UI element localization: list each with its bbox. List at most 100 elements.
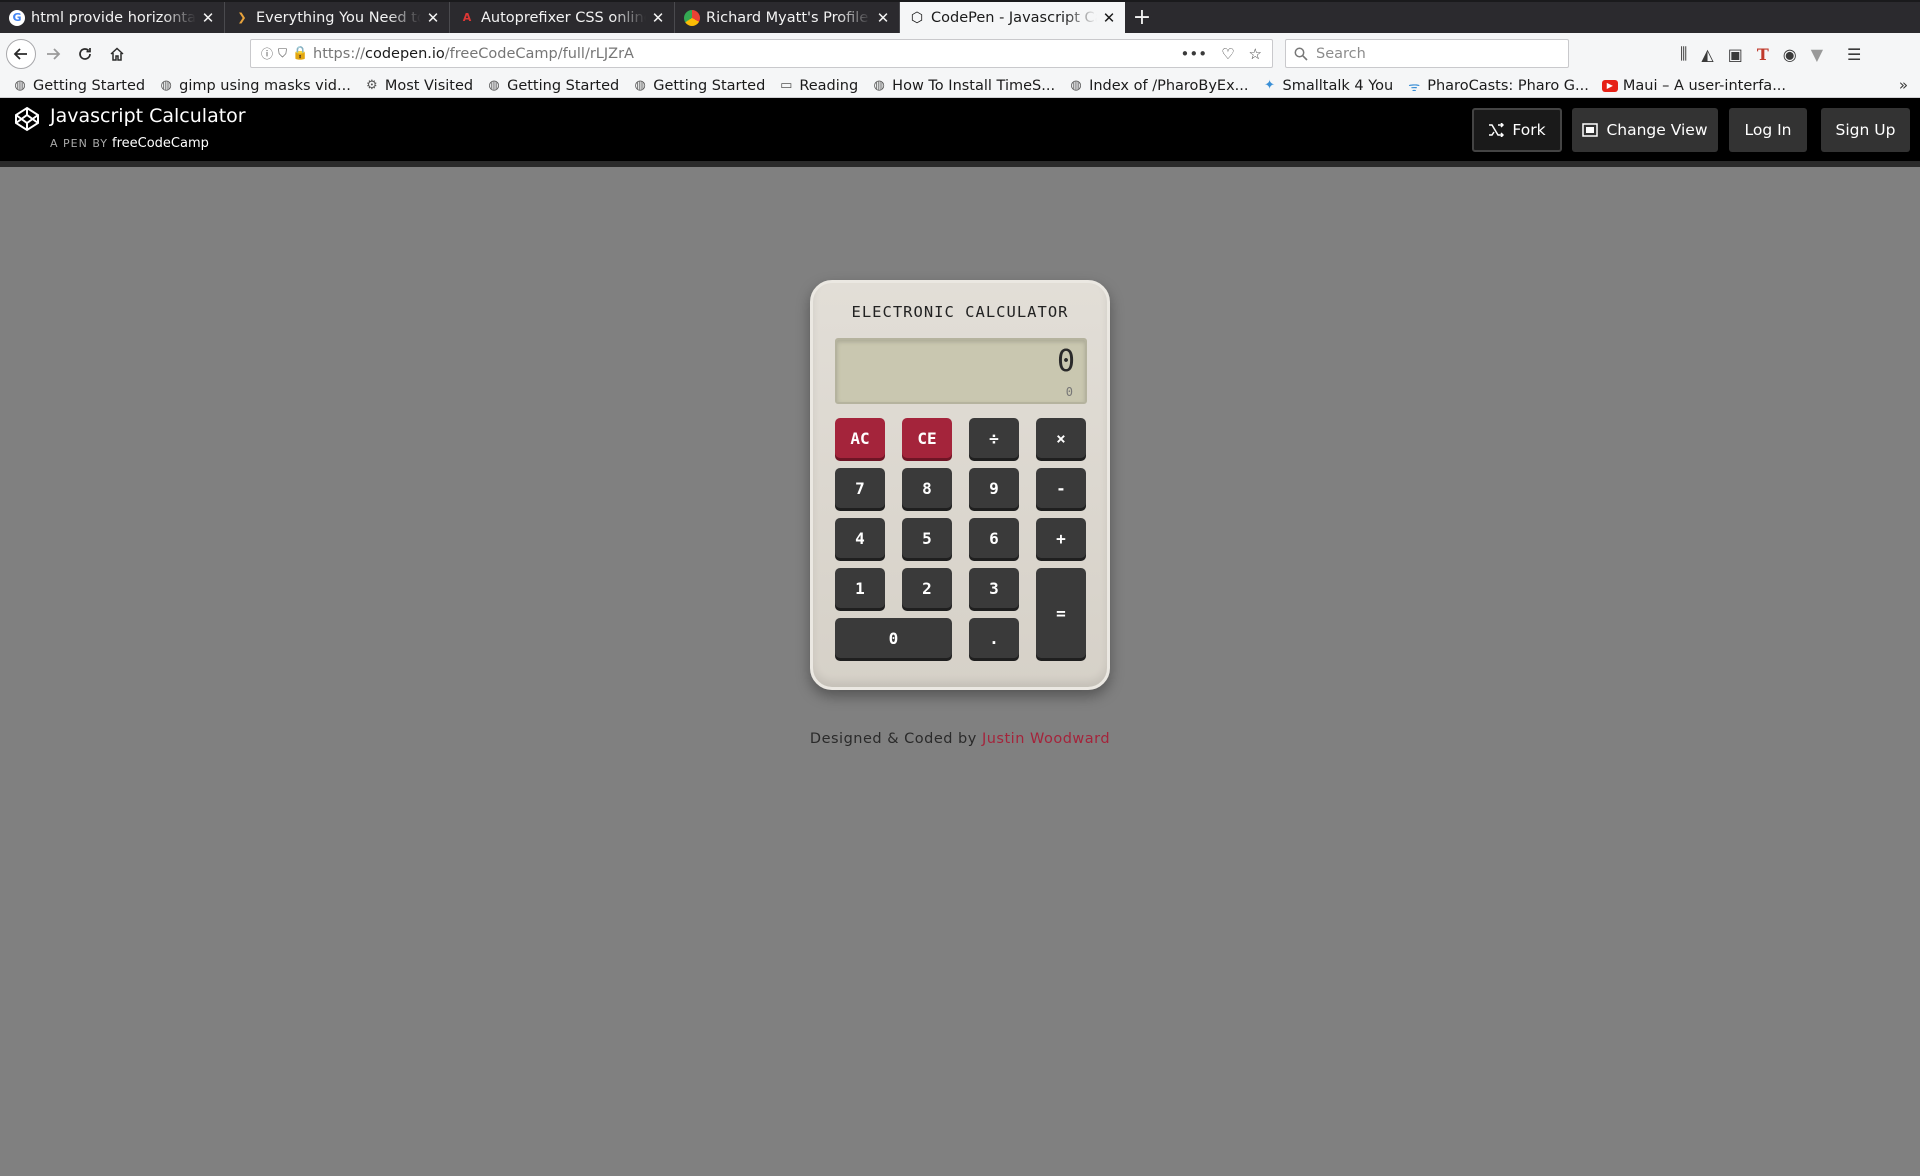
tab-autoprefixer[interactable]: A Autoprefixer CSS online ✕ xyxy=(450,2,675,33)
bookmarks-toolbar: ◍ Getting Started ◍ gimp using masks vid..… xyxy=(0,74,1920,98)
bookmark-item[interactable]: ◍ gimp using masks vid... xyxy=(158,77,351,94)
codepen-header: Javascript Calculator A PEN BY freeCodeCa… xyxy=(0,98,1920,167)
globe-icon: ◍ xyxy=(14,78,26,93)
change-view-icon xyxy=(1582,123,1599,137)
google-icon: G xyxy=(9,9,25,26)
close-tab-icon[interactable]: ✕ xyxy=(650,9,666,27)
close-tab-icon[interactable]: ✕ xyxy=(200,9,216,27)
tab-richard-myatt[interactable]: Richard Myatt's Profile ✕ xyxy=(675,2,900,33)
vue-devtools-icon[interactable]: ▼ xyxy=(1811,45,1823,64)
minus-button[interactable]: - xyxy=(1036,468,1086,508)
globe-icon: ◍ xyxy=(1070,78,1082,93)
back-button[interactable] xyxy=(6,39,36,69)
tab-title: Richard Myatt's Profile xyxy=(706,9,869,26)
bookmark-item[interactable]: ◍ Getting Started xyxy=(486,78,619,94)
ac-button[interactable]: AC xyxy=(835,418,885,458)
bookmark-star-icon[interactable]: ☆ xyxy=(1249,45,1262,63)
one-button[interactable]: 1 xyxy=(835,568,885,608)
log-in-button[interactable]: Log In xyxy=(1729,108,1807,152)
two-button[interactable]: 2 xyxy=(902,568,952,608)
folder-icon: ▭ xyxy=(780,78,793,93)
bookmark-item[interactable]: ◍ Index of /PharoByEx... xyxy=(1068,78,1248,94)
credit-author-link[interactable]: Justin Woodward xyxy=(982,731,1110,747)
tab-codepen[interactable]: ⬡ CodePen - Javascript Ca ✕ xyxy=(900,2,1125,33)
smalltalk-icon: ✦ xyxy=(1264,78,1275,93)
bookmark-item[interactable]: ▭ Reading xyxy=(778,78,858,94)
divide-button[interactable]: ÷ xyxy=(969,418,1019,458)
new-tab-button[interactable]: + xyxy=(1125,2,1159,33)
lock-icon: 🔒 xyxy=(292,46,309,61)
menu-icon[interactable]: ☰ xyxy=(1847,45,1861,64)
reload-button[interactable] xyxy=(70,39,100,69)
close-tab-icon[interactable]: ✕ xyxy=(1101,9,1117,27)
forward-arrow-icon xyxy=(47,48,61,60)
bookmark-item[interactable]: ⚙ Most Visited xyxy=(364,78,473,94)
fork-button[interactable]: Fork xyxy=(1472,108,1562,152)
bookmark-item[interactable]: ◍ Getting Started xyxy=(632,78,766,94)
tab-everything-you-need[interactable]: ❯ Everything You Need to ✕ xyxy=(225,2,450,33)
search-input[interactable]: Search xyxy=(1285,39,1569,68)
bookmark-label: Maui – A user-interfa... xyxy=(1622,77,1787,94)
multiply-button[interactable]: × xyxy=(1036,418,1086,458)
bookmark-item[interactable]: ᯤ PharoCasts: Pharo G... xyxy=(1406,78,1589,95)
forward-button[interactable] xyxy=(38,39,68,69)
pen-title: Javascript Calculator xyxy=(50,105,246,127)
six-button[interactable]: 6 xyxy=(969,518,1019,558)
bookmark-item[interactable]: ▶ Maui – A user-interfa... xyxy=(1601,77,1787,94)
decimal-button[interactable]: . xyxy=(969,618,1019,658)
bookmark-item[interactable]: ✦ Smalltalk 4 You xyxy=(1262,77,1394,94)
bookmark-label: Index of /PharoByEx... xyxy=(1089,77,1249,94)
eight-button[interactable]: 8 xyxy=(902,468,952,508)
zero-button[interactable]: 0 xyxy=(835,618,952,658)
tab-title: Autoprefixer CSS online xyxy=(481,9,646,26)
globe-icon: ◍ xyxy=(634,78,646,93)
bookmark-label: gimp using masks vid... xyxy=(179,77,351,94)
page-actions-icon[interactable]: ••• xyxy=(1181,45,1208,63)
search-icon xyxy=(1294,47,1308,61)
extension-icon[interactable]: ◭ xyxy=(1701,45,1713,64)
plus-button[interactable]: + xyxy=(1036,518,1086,558)
home-icon xyxy=(110,47,124,61)
bookmark-item[interactable]: ◍ How To Install TimeS... xyxy=(871,77,1056,94)
home-button[interactable] xyxy=(102,39,132,69)
nine-button[interactable]: 9 xyxy=(969,468,1019,508)
bookmark-item[interactable]: ◍ Getting Started xyxy=(12,78,145,94)
change-view-label: Change View xyxy=(1606,121,1708,139)
seven-button[interactable]: 7 xyxy=(835,468,885,508)
change-view-button[interactable]: Change View xyxy=(1572,108,1718,152)
pen-author-link[interactable]: freeCodeCamp xyxy=(112,136,209,151)
url-bar[interactable]: ⓘ ⛉ 🔒 https://codepen.io/freeCodeCamp/fu… xyxy=(250,39,1273,68)
bookmark-label: Most Visited xyxy=(384,77,474,94)
tracking-shield-icon: ⛉ xyxy=(278,46,288,60)
autoprefixer-icon: A xyxy=(462,11,472,24)
close-tab-icon[interactable]: ✕ xyxy=(425,9,441,27)
bookmark-label: Smalltalk 4 You xyxy=(1282,77,1394,94)
sign-up-button[interactable]: Sign Up xyxy=(1821,108,1910,152)
bookmark-label: How To Install TimeS... xyxy=(892,77,1056,94)
podcast-icon: ᯤ xyxy=(1408,79,1421,95)
display-history: 0 xyxy=(1065,385,1073,399)
pen-byline: A PEN BY freeCodeCamp xyxy=(50,136,209,151)
four-button[interactable]: 4 xyxy=(835,518,885,558)
fork-icon xyxy=(1489,123,1505,137)
site-identity[interactable]: ⓘ ⛉ 🔒 xyxy=(251,45,313,62)
credit-line: Designed & Coded by Justin Woodward xyxy=(0,731,1920,747)
url-text[interactable]: https://codepen.io/freeCodeCamp/full/rLJ… xyxy=(313,46,1181,62)
library-icon[interactable]: ⫼ xyxy=(1680,44,1687,64)
five-button[interactable]: 5 xyxy=(902,518,952,558)
url-path: /freeCodeCamp/full/rLJZrA xyxy=(444,45,634,62)
navigation-toolbar: ⓘ ⛉ 🔒 https://codepen.io/freeCodeCamp/fu… xyxy=(0,33,1920,74)
three-button[interactable]: 3 xyxy=(969,568,1019,608)
text-extension-icon[interactable]: T xyxy=(1757,45,1769,64)
close-tab-icon[interactable]: ✕ xyxy=(875,9,891,27)
equals-button[interactable]: = xyxy=(1036,568,1086,658)
tab-html-provide[interactable]: G html provide horizontal ✕ xyxy=(0,2,225,33)
more-bookmarks-icon[interactable]: » xyxy=(1899,76,1908,94)
search-placeholder: Search xyxy=(1316,45,1366,62)
sidebar-icon[interactable]: ▣ xyxy=(1728,45,1743,64)
pocket-icon[interactable]: ♡ xyxy=(1221,45,1234,63)
ce-button[interactable]: CE xyxy=(902,418,952,458)
codepen-logo-icon[interactable] xyxy=(14,106,40,132)
addon-icon[interactable]: ◉ xyxy=(1783,45,1797,64)
bookmark-label: Reading xyxy=(799,77,859,94)
